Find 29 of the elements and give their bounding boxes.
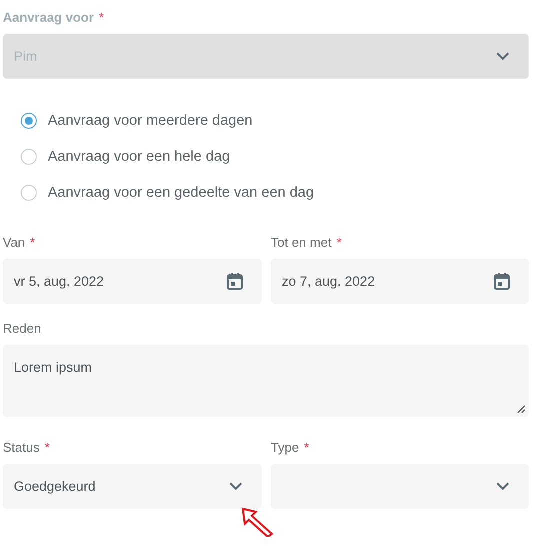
chevron-down-icon xyxy=(229,482,243,491)
field-label: Van xyxy=(3,235,26,250)
radio-label: Aanvraag voor een hele dag xyxy=(48,149,230,165)
resize-handle-icon[interactable] xyxy=(517,405,526,414)
field-label: Status xyxy=(3,440,40,455)
field-label: Reden xyxy=(3,321,42,336)
chevron-down-icon xyxy=(496,52,510,61)
radio-button[interactable] xyxy=(21,113,37,129)
select-field[interactable]: Goedgekeurd xyxy=(3,464,262,509)
radio-label: Aanvraag voor een gedeelte van een dag xyxy=(48,185,314,201)
chevron-down-icon xyxy=(496,482,510,491)
radio-button[interactable] xyxy=(21,185,37,201)
date-field[interactable]: vr 5, aug. 2022 xyxy=(3,259,262,304)
arrow-icon xyxy=(241,507,275,537)
date-field[interactable]: zo 7, aug. 2022 xyxy=(271,259,529,304)
radio-button[interactable] xyxy=(21,149,37,165)
select-field[interactable] xyxy=(271,464,529,509)
field-label: Type xyxy=(271,440,300,455)
required-asterisk: * xyxy=(304,440,310,455)
radio-label: Aanvraag voor meerdere dagen xyxy=(48,113,253,129)
field-label: Aanvraag voor xyxy=(3,10,94,25)
field-label: Tot en met xyxy=(271,235,332,250)
required-asterisk: * xyxy=(44,440,50,455)
text-area[interactable]: Lorem ipsum xyxy=(3,345,529,417)
calendar-icon xyxy=(227,273,243,290)
required-asterisk: * xyxy=(99,10,104,25)
required-asterisk: * xyxy=(30,235,36,250)
required-asterisk: * xyxy=(336,235,342,250)
calendar-icon xyxy=(494,273,510,290)
